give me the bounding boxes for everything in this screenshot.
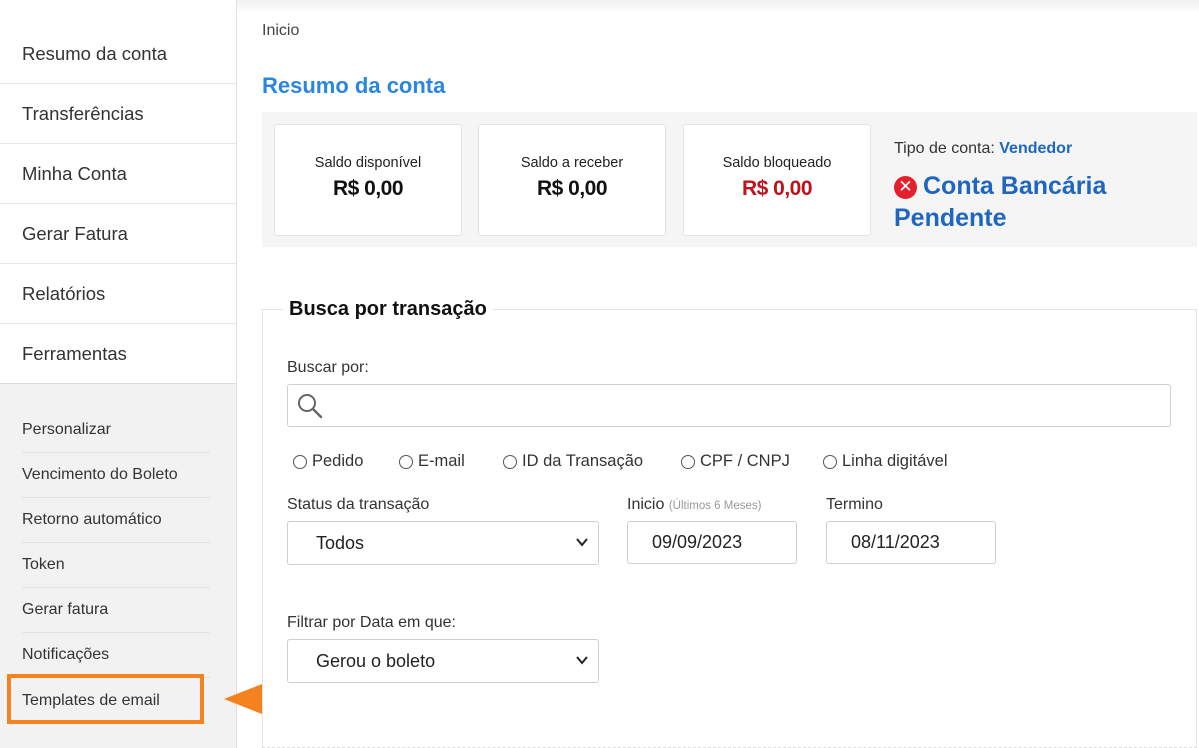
balance-card-available: Saldo disponível R$ 0,00 <box>274 124 462 236</box>
account-summary: Saldo disponível R$ 0,00 Saldo a receber… <box>262 112 1197 247</box>
search-panel-title: Busca por transação <box>283 298 493 321</box>
radio-linha-digitavel[interactable]: Linha digitável <box>823 452 948 471</box>
radio-circle[interactable] <box>681 454 695 469</box>
sidebar-submenu-ferramentas: Personalizar Vencimento do Boleto Retorn… <box>0 384 236 748</box>
sidebar-item-transferencias[interactable]: Transferências <box>0 84 236 144</box>
radio-label: CPF / CNPJ <box>700 452 790 470</box>
start-date-label-text: Inicio <box>627 496 665 513</box>
balance-value: R$ 0,00 <box>332 177 404 200</box>
chevron-down-icon <box>576 656 588 665</box>
search-input[interactable] <box>287 384 1171 427</box>
radio-circle[interactable] <box>399 454 413 469</box>
bank-status-text: Conta Bancária Pendente <box>894 172 1107 232</box>
radio-circle[interactable] <box>823 454 837 469</box>
page-title: Resumo da conta <box>262 73 446 98</box>
submenu-item-templates-de-email[interactable]: Templates de email <box>22 678 210 723</box>
submenu-item-retorno-automatico[interactable]: Retorno automático <box>22 498 210 543</box>
search-by-label: Buscar por: <box>287 359 369 376</box>
start-date-label: Inicio (Últimos 6 Meses) <box>627 496 761 514</box>
submenu-item-gerar-fatura[interactable]: Gerar fatura <box>22 588 210 633</box>
search-icon <box>298 394 323 419</box>
start-date-hint: (Últimos 6 Meses) <box>668 500 762 512</box>
end-date-input[interactable]: 08/11/2023 <box>826 521 996 564</box>
x-circle-icon: ✕ <box>894 176 917 199</box>
account-type: Tipo de conta: Vendedor <box>894 140 1072 158</box>
filter-date-select[interactable]: Gerou o boleto <box>287 639 599 683</box>
submenu-item-token[interactable]: Token <box>22 543 210 588</box>
balance-label: Saldo disponível <box>314 155 422 171</box>
balance-label: Saldo a receber <box>520 155 624 171</box>
radio-circle[interactable] <box>293 454 307 469</box>
balance-card-receivable: Saldo a receber R$ 0,00 <box>478 124 666 236</box>
account-type-label: Tipo de conta: <box>894 140 995 157</box>
filter-date-select-value: Gerou o boleto <box>316 650 436 671</box>
sidebar: Resumo da conta Transferências Minha Con… <box>0 0 237 748</box>
sidebar-item-resumo-da-conta[interactable]: Resumo da conta <box>0 24 236 84</box>
top-shadow <box>237 0 1199 14</box>
status-select-value: Todos <box>316 532 365 553</box>
submenu-item-notificacoes[interactable]: Notificações <box>22 633 210 678</box>
filter-date-label: Filtrar por Data em que: <box>287 614 456 631</box>
status-select[interactable]: Todos <box>287 521 599 565</box>
account-type-value[interactable]: Vendedor <box>999 140 1072 157</box>
end-date-label: Termino <box>826 496 883 513</box>
breadcrumb[interactable]: Inicio <box>262 22 299 40</box>
balance-label: Saldo bloqueado <box>722 155 832 171</box>
balance-value: R$ 0,00 <box>536 177 608 200</box>
radio-label: Linha digitável <box>842 452 948 470</box>
radio-email[interactable]: E-mail <box>399 452 465 471</box>
submenu-item-vencimento-do-boleto[interactable]: Vencimento do Boleto <box>22 453 210 498</box>
status-label: Status da transação <box>287 496 430 513</box>
sidebar-item-minha-conta[interactable]: Minha Conta <box>0 144 236 204</box>
sidebar-item-gerar-fatura[interactable]: Gerar Fatura <box>0 204 236 264</box>
balance-value: R$ 0,00 <box>741 177 813 200</box>
chevron-down-icon <box>576 538 588 547</box>
balance-card-blocked: Saldo bloqueado R$ 0,00 <box>683 124 871 236</box>
sidebar-item-relatorios[interactable]: Relatórios <box>0 264 236 324</box>
radio-circle[interactable] <box>503 454 517 469</box>
submenu-item-personalizar[interactable]: Personalizar <box>22 408 210 453</box>
radio-id-transacao[interactable]: ID da Transação <box>503 452 643 471</box>
radio-label: E-mail <box>418 452 465 470</box>
radio-cpf-cnpj[interactable]: CPF / CNPJ <box>681 452 790 471</box>
bank-account-status[interactable]: ✕ Conta Bancária Pendente <box>894 170 1194 234</box>
sidebar-item-ferramentas[interactable]: Ferramentas <box>0 324 236 384</box>
sidebar-main-menu: Resumo da conta Transferências Minha Con… <box>0 0 236 384</box>
start-date-input[interactable]: 09/09/2023 <box>627 521 797 564</box>
radio-label: ID da Transação <box>522 452 644 470</box>
radio-label: Pedido <box>312 452 364 470</box>
radio-pedido[interactable]: Pedido <box>293 452 363 471</box>
